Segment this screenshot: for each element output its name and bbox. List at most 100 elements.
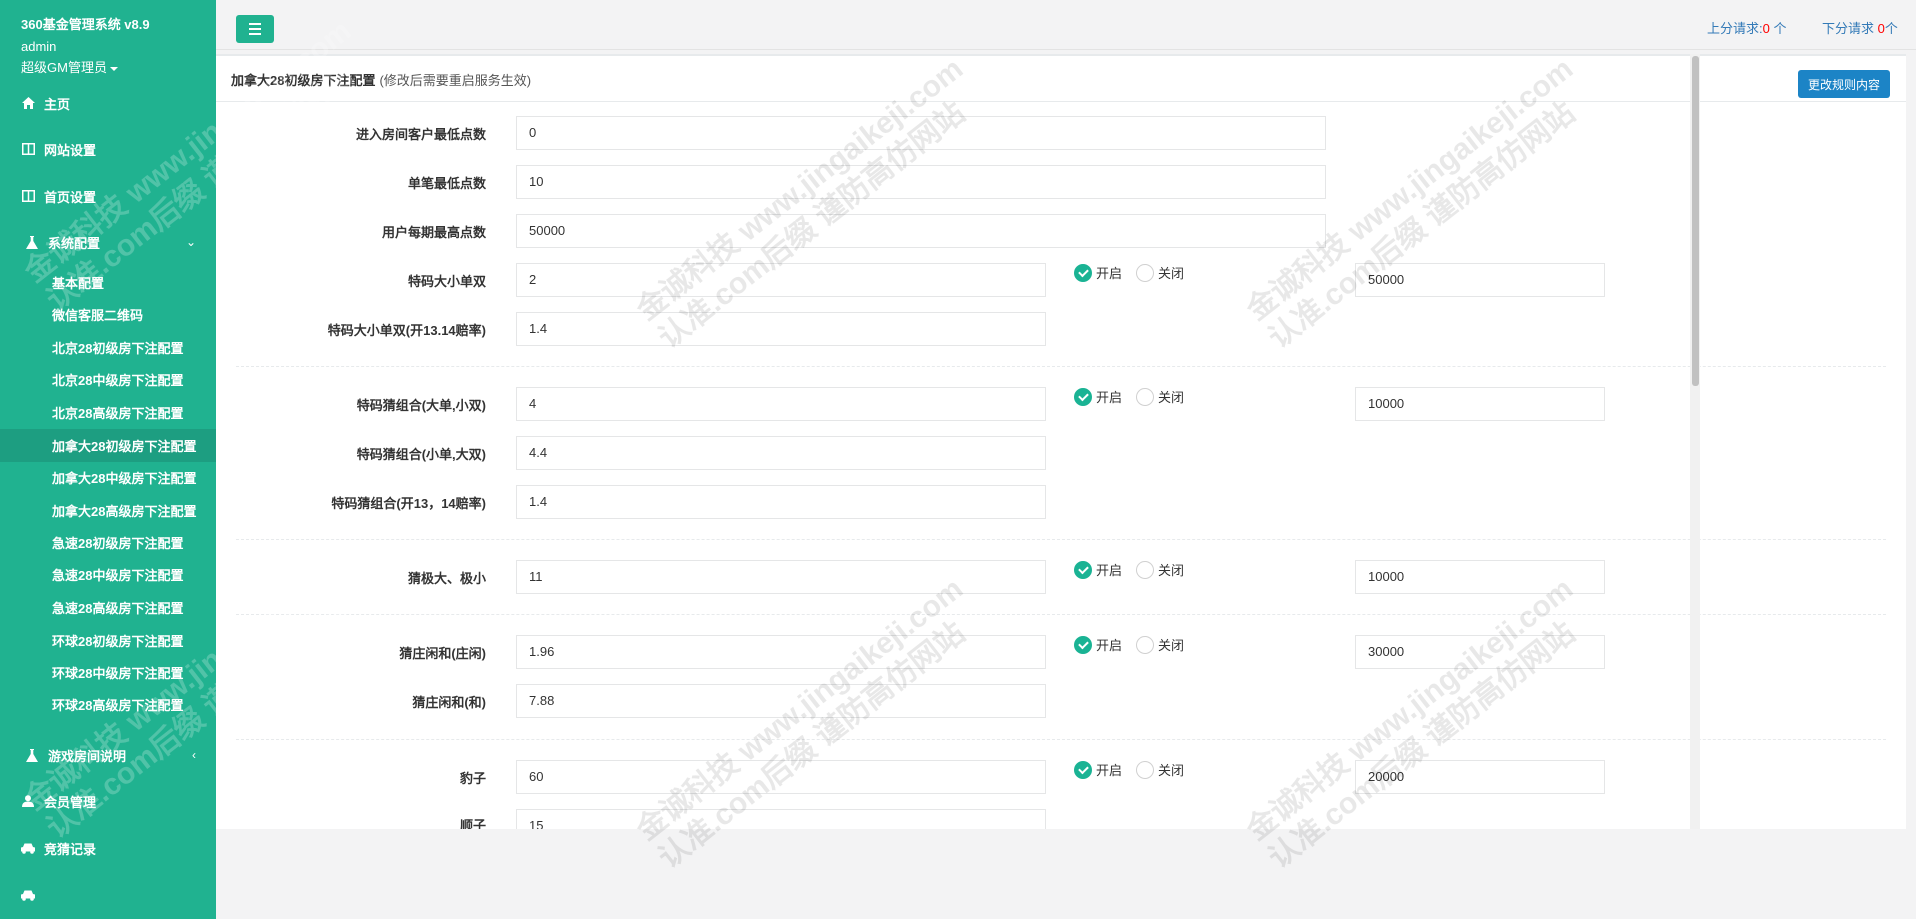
sidebar: 360基金管理系统 v8.9 admin 超级GM管理员 主页 网站设置 首页设… xyxy=(0,0,216,919)
enable-radio[interactable] xyxy=(1074,263,1092,282)
app-title: 360基金管理系统 v8.9 xyxy=(21,17,150,32)
disable-label: 关闭 xyxy=(1158,563,1185,578)
sub-js28-high[interactable]: 急速28高级房下注配置 xyxy=(0,591,216,624)
zx-limit-input[interactable]: 30000 xyxy=(1355,635,1605,669)
enable-label: 开启 xyxy=(1096,266,1123,281)
extreme-input[interactable]: 11 xyxy=(516,560,1046,594)
enable-radio[interactable] xyxy=(1074,760,1092,779)
shunzi-input[interactable]: 15 xyxy=(516,809,1046,829)
nav-system-config[interactable]: 系统配置 ⌄ xyxy=(0,222,216,262)
nav-member-management[interactable]: 会员管理 xyxy=(0,781,216,821)
car-icon xyxy=(21,841,35,855)
min-single-label: 单笔最低点数 xyxy=(407,176,486,191)
panel-scrollbar-thumb[interactable] xyxy=(1692,56,1699,386)
flask-icon xyxy=(25,235,39,249)
baozi-limit-input[interactable]: 20000 xyxy=(1355,760,1605,794)
disable-radio[interactable] xyxy=(1136,560,1155,579)
extreme-limit-input[interactable]: 10000 xyxy=(1355,560,1605,594)
down-score-unit: 个 xyxy=(1884,21,1898,36)
combo-b-input[interactable]: 4.4 xyxy=(516,436,1046,470)
sub-ca28-mid[interactable]: 加拿大28中级房下注配置 xyxy=(0,461,216,494)
sub-ca28-high[interactable]: 加拿大28高级房下注配置 xyxy=(0,494,216,527)
zx-h-label: 猜庄闲和(和) xyxy=(412,695,486,710)
user-role-dropdown[interactable]: 超级GM管理员 xyxy=(21,57,118,76)
chevron-left-icon: ‹ xyxy=(192,748,196,762)
nav-system-config-label: 系统配置 xyxy=(48,235,101,251)
nav-extra[interactable] xyxy=(0,875,216,915)
zx-h-input[interactable]: 7.88 xyxy=(516,684,1046,718)
combo-a-label: 特码猜组合(大单,小双) xyxy=(356,398,486,413)
sub-hq28-low[interactable]: 环球28初级房下注配置 xyxy=(0,624,216,657)
max-user-input[interactable]: 50000 xyxy=(516,214,1326,248)
user-role-label: 超级GM管理员 xyxy=(21,60,107,75)
section-divider xyxy=(236,366,1886,367)
up-score-label: 上分请求: xyxy=(1707,21,1763,36)
update-rules-button[interactable]: 更改规则内容 xyxy=(1798,70,1890,98)
sub-js28-low[interactable]: 急速28初级房下注配置 xyxy=(0,526,216,559)
enable-radio[interactable] xyxy=(1074,387,1092,406)
sub-bj28-mid[interactable]: 北京28中级房下注配置 xyxy=(0,363,216,396)
sub-wechat-qr[interactable]: 微信客服二维码 xyxy=(0,298,216,331)
sub-basic-config[interactable]: 基本配置 xyxy=(0,266,216,299)
sub-hq28-high[interactable]: 环球28高级房下注配置 xyxy=(0,688,216,721)
nav-bet-records[interactable]: 竞猜记录 xyxy=(0,828,216,868)
down-score-requests-link[interactable]: 下分请求 0个 xyxy=(1822,18,1898,37)
disable-label: 关闭 xyxy=(1158,763,1185,778)
combo-1314-input[interactable]: 1.4 xyxy=(516,485,1046,519)
panel-title-text: 加拿大28初级房下注配置 xyxy=(231,73,376,88)
flask-icon xyxy=(25,748,39,762)
max-user-label: 用户每期最高点数 xyxy=(381,225,486,240)
min-enter-input[interactable]: 0 xyxy=(516,116,1326,150)
section-divider xyxy=(236,614,1886,615)
shunzi-label: 顺子 xyxy=(459,818,486,829)
nav-home-settings-label: 首页设置 xyxy=(44,189,97,205)
down-score-label: 下分请求 xyxy=(1822,21,1875,36)
down-score-count: 0 xyxy=(1877,21,1885,36)
combo-limit-input[interactable]: 10000 xyxy=(1355,387,1605,421)
user-name[interactable]: admin xyxy=(21,39,56,54)
zx-toggle: 开启 关闭 xyxy=(1074,635,1198,654)
disable-radio[interactable] xyxy=(1136,760,1155,779)
up-score-unit: 个 xyxy=(1773,21,1787,36)
tm-dxds-label: 特码大小单双 xyxy=(407,274,486,289)
chevron-down-icon: ⌄ xyxy=(185,235,196,249)
sub-bj28-high[interactable]: 北京28高级房下注配置 xyxy=(0,396,216,429)
tm-dxds-input[interactable]: 2 xyxy=(516,263,1046,297)
sub-ca28-low[interactable]: 加拿大28初级房下注配置 xyxy=(0,429,216,462)
up-score-count: 0 xyxy=(1762,21,1770,36)
tm-dxds-1314-input[interactable]: 1.4 xyxy=(516,312,1046,346)
menu-toggle-button[interactable] xyxy=(236,15,274,43)
enable-radio[interactable] xyxy=(1074,560,1092,579)
panel-note: (修改后需要重启服务生效) xyxy=(379,73,532,88)
disable-radio[interactable] xyxy=(1136,387,1155,406)
nav-site-settings[interactable]: 网站设置 xyxy=(0,129,216,169)
enable-radio[interactable] xyxy=(1074,635,1092,654)
baozi-label: 豹子 xyxy=(459,771,486,786)
section-divider xyxy=(236,539,1886,540)
combo-a-input[interactable]: 4 xyxy=(516,387,1046,421)
zx-z-input[interactable]: 1.96 xyxy=(516,635,1046,669)
baozi-input[interactable]: 60 xyxy=(516,760,1046,794)
nav-site-settings-label: 网站设置 xyxy=(44,142,97,158)
enable-label: 开启 xyxy=(1096,390,1123,405)
user-icon xyxy=(21,794,35,808)
disable-label: 关闭 xyxy=(1158,266,1185,281)
min-single-input[interactable]: 10 xyxy=(516,165,1326,199)
sub-bj28-low[interactable]: 北京28初级房下注配置 xyxy=(0,331,216,364)
sub-js28-mid[interactable]: 急速28中级房下注配置 xyxy=(0,558,216,591)
combo-b-label: 特码猜组合(小单,大双) xyxy=(356,447,486,462)
disable-radio[interactable] xyxy=(1136,635,1155,654)
enable-label: 开启 xyxy=(1096,638,1123,653)
nav-home-label: 主页 xyxy=(44,96,71,112)
up-score-requests-link[interactable]: 上分请求:0 个 xyxy=(1707,18,1787,37)
nav-home-settings[interactable]: 首页设置 xyxy=(0,176,216,216)
min-enter-label: 进入房间客户最低点数 xyxy=(355,127,486,142)
nav-home[interactable]: 主页 xyxy=(0,83,216,123)
tm-dxds-limit-input[interactable]: 50000 xyxy=(1355,263,1605,297)
nav-member-management-label: 会员管理 xyxy=(44,794,97,810)
sub-hq28-mid[interactable]: 环球28中级房下注配置 xyxy=(0,656,216,689)
combo-1314-label: 特码猜组合(开13，14赔率) xyxy=(331,496,486,511)
disable-label: 关闭 xyxy=(1158,390,1185,405)
disable-radio[interactable] xyxy=(1136,263,1155,282)
nav-room-description[interactable]: 游戏房间说明 ‹ xyxy=(0,735,216,775)
